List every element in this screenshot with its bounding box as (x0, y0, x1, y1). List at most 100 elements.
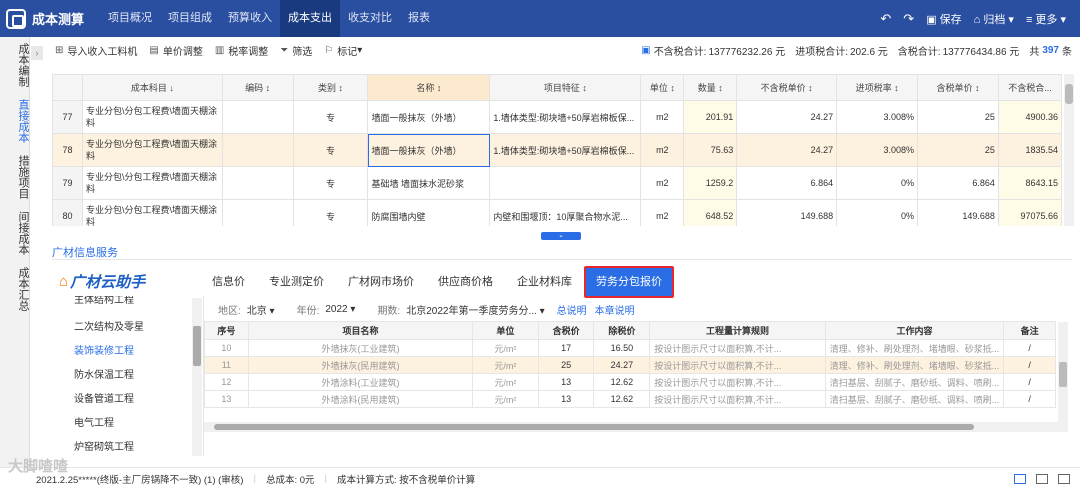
table-header[interactable]: 项目特征 ↕ (489, 74, 642, 101)
cell-total[interactable]: 1835.54 (997, 133, 1062, 167)
cell-code[interactable] (221, 133, 294, 167)
cell-type[interactable]: 专 (292, 199, 369, 226)
cell-qty[interactable]: 1259.2 (683, 166, 738, 200)
labor-header[interactable]: 单位 (472, 321, 539, 340)
cell-tax_price[interactable]: 6.864 (917, 166, 999, 200)
tab[interactable]: 广材网市场价 (336, 266, 426, 298)
table-header[interactable]: 不含税合... (997, 74, 1062, 101)
labor-header[interactable]: 备注 (1003, 321, 1056, 340)
table-header[interactable]: 进项税率 ↕ (836, 74, 919, 101)
category-item[interactable]: 主体结构工程 (52, 296, 203, 316)
cell-rate[interactable]: 3.008% (836, 100, 919, 134)
table-row[interactable]: 78 专业分包\分包工程费\墙面天棚涂料 专墙面一般抹灰（外墙） 1.墙体类型:砌块墙… (52, 133, 1062, 167)
labor-cell-name[interactable]: 外墙抹灰(工业建筑) (247, 339, 474, 357)
year-select[interactable]: 2022 ▾ (325, 304, 355, 315)
cell-name[interactable]: 墙面一般抹灰（外墙） (367, 100, 491, 134)
labor-cell-notax[interactable]: 12.62 (593, 390, 651, 408)
cell-code[interactable] (221, 166, 294, 200)
sidebar-item[interactable]: 直接成本 (0, 93, 30, 149)
labor-cell-tax[interactable]: 17 (537, 339, 595, 357)
table-row[interactable]: 77 专业分包\分包工程费\墙面天棚涂料 专墙面一般抹灰（外墙） 1.墙体类型:砌块墙… (52, 100, 1062, 134)
labor-header[interactable]: 序号 (204, 321, 249, 340)
category-scroll-thumb[interactable] (193, 326, 201, 366)
cell-tax_price[interactable]: 149.688 (917, 199, 999, 226)
labor-cell-unit[interactable]: 元/m² (472, 390, 539, 408)
nav-item[interactable]: 项目概况 (100, 0, 160, 37)
labor-cell-rule[interactable]: 按设计图示尺寸以面积算,不计... (649, 390, 826, 408)
more-button[interactable]: ≡ 更多 ▾ (1026, 11, 1066, 27)
save-button[interactable]: ▣ 保存 (926, 11, 961, 27)
cell-feature[interactable]: 内壁和围堰顶：10厚聚合物水泥... (489, 199, 642, 226)
category-item[interactable]: 电气工程 (52, 412, 203, 436)
scroll-thumb[interactable] (1065, 84, 1073, 104)
nav-item[interactable]: 报表 (400, 0, 438, 37)
cell-code[interactable] (221, 199, 294, 226)
list-view-icon[interactable] (1036, 473, 1048, 484)
cell-qty[interactable]: 648.52 (683, 199, 738, 226)
labor-cell-tax[interactable]: 13 (537, 373, 595, 391)
table-header[interactable]: 不含税单价 ↕ (736, 74, 838, 101)
category-item[interactable]: 防水保温工程 (52, 364, 203, 388)
labor-row[interactable]: 13 外墙涂料(民用建筑) 元/m² 13 12.62 按设计图示尺寸以面积算,不计...… (204, 390, 1056, 408)
tab[interactable]: 供应商价格 (426, 266, 505, 298)
category-item[interactable]: 装饰装修工程 (52, 340, 203, 364)
split-view-icon[interactable] (1058, 473, 1070, 484)
labor-header[interactable]: 项目名称 (247, 321, 474, 340)
archive-button[interactable]: ⌂ 归档 ▾ (974, 11, 1014, 27)
cell-name[interactable]: 防腐围墙内壁 (367, 199, 491, 226)
labor-header[interactable]: 除税价 (593, 321, 651, 340)
labor-row[interactable]: 11 外墙抹灰(民用建筑) 元/m² 25 24.27 按设计图示尺寸以面积算,不计...… (204, 356, 1056, 374)
labor-cell-notax[interactable]: 16.50 (593, 339, 651, 357)
labor-cell-name[interactable]: 外墙抹灰(民用建筑) (247, 356, 474, 374)
cell-tax_price[interactable]: 25 (917, 133, 999, 167)
cell-price[interactable]: 149.688 (736, 199, 838, 226)
cell-code[interactable] (221, 100, 294, 134)
cell-tax_price[interactable]: 25 (917, 100, 999, 134)
labor-row[interactable]: 12 外墙涂料(工业建筑) 元/m² 13 12.62 按设计图示尺寸以面积算,不计...… (204, 373, 1056, 391)
tab[interactable]: 劳务分包报价 (584, 266, 674, 298)
tab[interactable]: 信息价 (200, 266, 257, 298)
cell-total[interactable]: 8643.15 (997, 166, 1062, 200)
labor-cell-remark[interactable]: / (1003, 373, 1056, 391)
labor-cell-name[interactable]: 外墙涂料(民用建筑) (247, 390, 474, 408)
labor-cell-notax[interactable]: 24.27 (593, 356, 651, 374)
labor-cell-notax[interactable]: 12.62 (593, 373, 651, 391)
undo-icon[interactable]: ↶ (880, 11, 891, 27)
cell-rate[interactable]: 0% (836, 166, 919, 200)
labor-cell-rule[interactable]: 按设计图示尺寸以面积算,不计... (649, 339, 826, 357)
category-item[interactable]: 炉窑砌筑工程 (52, 436, 203, 456)
redo-icon[interactable]: ↷ (903, 11, 914, 27)
cell-feature[interactable]: 1.墙体类型:砌块墙+50厚岩棉板保... (489, 100, 642, 134)
labor-cell-rule[interactable]: 按设计图示尺寸以面积算,不计... (649, 373, 826, 391)
cell-unit[interactable]: m2 (640, 100, 685, 134)
nav-item[interactable]: 收支对比 (340, 0, 400, 37)
area-select[interactable]: 北京 ▾ (247, 302, 275, 317)
tab[interactable]: 专业测定价 (257, 266, 336, 298)
cell-type[interactable]: 专 (292, 133, 369, 167)
table-header[interactable]: 单位 ↕ (640, 74, 685, 101)
labor-cell-work[interactable]: 清扫基层、刮腻子、磨砂纸、调料、喷刷... (824, 390, 1005, 408)
cell-qty[interactable]: 201.91 (683, 100, 738, 134)
labor-cell-work[interactable]: 清理、修补、刷处理剂、堵墙眼、砂浆抵... (824, 339, 1005, 357)
labor-table-scrollbar[interactable] (1058, 322, 1068, 422)
labor-cell-remark[interactable]: / (1003, 339, 1056, 357)
table-header[interactable]: 类别 ↕ (292, 74, 369, 101)
cell-price[interactable]: 24.27 (736, 100, 838, 134)
collapse-sidebar-icon[interactable]: › (31, 46, 43, 60)
labor-cell-work[interactable]: 清理、修补、刷处理剂、堵墙眼、砂浆抵... (824, 356, 1005, 374)
labor-header[interactable]: 含税价 (537, 321, 595, 340)
cell-subject[interactable]: 专业分包\分包工程费\墙面天棚涂料 (81, 199, 223, 226)
labor-cell-no[interactable]: 11 (204, 356, 249, 374)
cell-rate[interactable]: 0% (836, 199, 919, 226)
labor-header[interactable]: 工程量计算规则 (649, 321, 826, 340)
sidebar-item[interactable]: 成本汇总 (0, 261, 30, 317)
table-header[interactable]: 成本科目 ↓ (81, 74, 223, 101)
labor-cell-remark[interactable]: / (1003, 356, 1056, 374)
category-item[interactable]: 设备管道工程 (52, 388, 203, 412)
table-row[interactable]: 79 专业分包\分包工程费\墙面天棚涂料专基础墙 墙面抹水泥砂浆 m2 1259.2 6… (52, 166, 1062, 200)
cell-rate[interactable]: 3.008% (836, 133, 919, 167)
labor-cell-unit[interactable]: 元/m² (472, 339, 539, 357)
cell-total[interactable]: 4900.36 (997, 100, 1062, 134)
labor-cell-work[interactable]: 清扫基层、刮腻子、磨砂纸、调料、喷刷... (824, 373, 1005, 391)
table-scrollbar[interactable] (1064, 74, 1074, 226)
